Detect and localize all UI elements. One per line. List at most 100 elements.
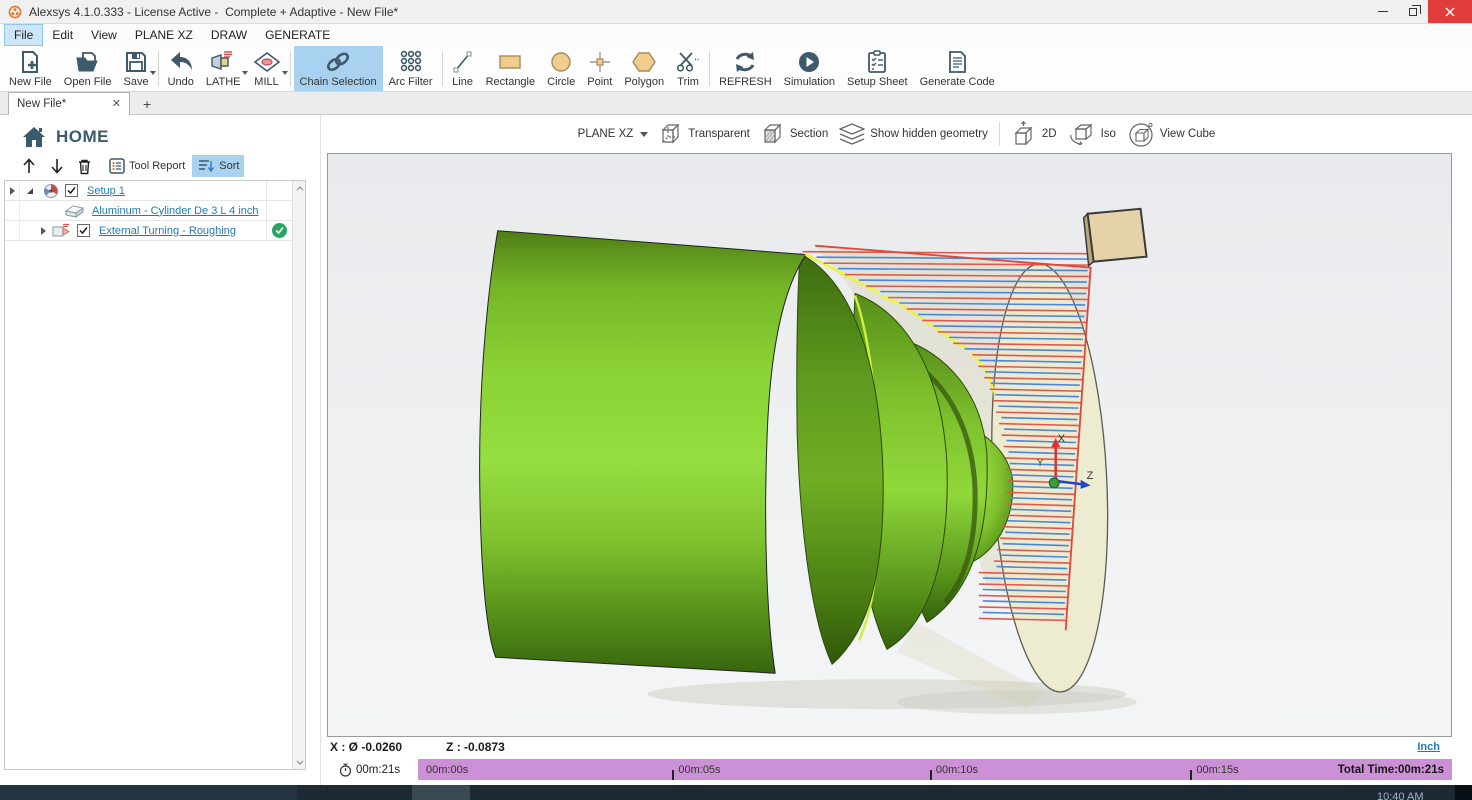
trim-icon — [676, 49, 700, 75]
collapse-icon — [27, 188, 33, 194]
sort-button[interactable]: Sort — [192, 155, 244, 177]
check-icon — [275, 226, 284, 235]
elapsed-time: 00m:21s — [327, 763, 418, 777]
polygon-button[interactable]: Polygon — [618, 46, 670, 91]
status-column — [266, 181, 292, 200]
coordinate-readout: X : Ø -0.0260 Z : -0.0873 — [330, 737, 505, 757]
row-expander[interactable] — [5, 181, 20, 200]
sort-label: Sort — [219, 160, 239, 172]
restore-icon — [1409, 8, 1417, 16]
os-taskbar[interactable]: 10:40 AM — [0, 785, 1472, 800]
project-sidebar: HOME Tool Report Sort Setup 1 — [0, 115, 321, 785]
setup-checkbox[interactable] — [65, 184, 78, 197]
row-gutter — [5, 221, 20, 240]
home-label: HOME — [56, 127, 109, 147]
transparent-label: Transparent — [688, 128, 750, 140]
view-cube-button[interactable]: View Cube — [1127, 120, 1215, 148]
timeline-total-label: Total Time:00m:21s — [1338, 764, 1444, 776]
timeline-bar[interactable]: 00m:00s 00m:05s 00m:10s 00m:15s Total Ti… — [418, 759, 1452, 780]
setup-sheet-button[interactable]: Setup Sheet — [841, 46, 914, 91]
new-file-button[interactable]: New File — [3, 46, 58, 91]
2d-view-icon — [1011, 121, 1037, 147]
open-file-button[interactable]: Open File — [58, 46, 118, 91]
restore-button[interactable] — [1398, 0, 1428, 23]
home-icon — [22, 126, 46, 148]
scroll-up-button[interactable] — [293, 181, 306, 195]
view-cube-icon — [1127, 120, 1155, 148]
plane-label: PLANE XZ — [578, 128, 634, 140]
line-button[interactable]: Line — [446, 46, 480, 91]
generate-code-button[interactable]: Generate Code — [914, 46, 1001, 91]
minimize-button[interactable] — [1368, 0, 1398, 23]
timeline-start-label: 00m:00s — [426, 764, 468, 776]
mill-button[interactable]: MILL — [247, 46, 287, 91]
menu-view[interactable]: View — [82, 24, 126, 46]
lathe-button[interactable]: LATHE — [200, 46, 247, 91]
simulation-button[interactable]: Simulation — [778, 46, 841, 91]
transparent-toggle[interactable]: Transparent — [659, 122, 750, 146]
row-expander[interactable] — [20, 221, 50, 240]
chain-selection-button[interactable]: Chain Selection — [294, 46, 383, 91]
scroll-down-button[interactable] — [293, 755, 306, 769]
timeline-tick: 00m:05s — [672, 768, 720, 780]
menu-file[interactable]: File — [4, 24, 43, 46]
trim-button[interactable]: Trim — [670, 46, 706, 91]
move-up-button[interactable] — [16, 154, 42, 178]
clock-icon — [339, 763, 352, 777]
scene-canvas: X Y Z — [328, 154, 1451, 736]
view-2d-button[interactable]: 2D — [1011, 121, 1057, 147]
tree-row-stock[interactable]: Aluminum - Cylinder De 3 L 4 inch — [5, 201, 292, 221]
save-dropdown-caret[interactable] — [150, 71, 156, 75]
tab-new-file[interactable]: New File* ✕ — [8, 92, 130, 115]
menu-generate[interactable]: GENERATE — [256, 24, 339, 46]
title-bar: Alexsys 4.1.0.333 - License Active - Com… — [0, 0, 1472, 24]
tool-report-button[interactable]: Tool Report — [104, 155, 190, 177]
menu-edit[interactable]: Edit — [43, 24, 82, 46]
stock-icon — [62, 201, 86, 220]
new-file-icon — [18, 49, 42, 75]
axis-x-label: X — [1058, 433, 1066, 445]
tool-report-label: Tool Report — [129, 160, 185, 172]
delete-button[interactable] — [72, 155, 97, 178]
undo-button[interactable]: Undo — [162, 46, 200, 91]
elapsed-label: 00m:21s — [356, 764, 400, 776]
row-gutter — [5, 201, 20, 220]
setup-link[interactable]: Setup 1 — [87, 185, 125, 197]
unit-link[interactable]: Inch — [1417, 741, 1440, 753]
rectangle-icon — [497, 49, 523, 75]
viewport-3d[interactable]: X Y Z — [327, 153, 1452, 737]
plane-dropdown[interactable]: PLANE XZ — [578, 128, 649, 140]
mill-dropdown-caret[interactable] — [282, 71, 288, 75]
rectangle-button[interactable]: Rectangle — [480, 46, 542, 91]
chevron-up-icon — [296, 186, 304, 191]
move-down-button[interactable] — [44, 154, 70, 178]
operation-checkbox[interactable] — [77, 224, 90, 237]
menu-plane-xz[interactable]: PLANE XZ — [126, 24, 202, 46]
menu-draw[interactable]: DRAW — [202, 24, 256, 46]
document-tab-bar: New File* ✕ + — [0, 92, 1472, 115]
operation-icon — [50, 221, 74, 240]
close-button[interactable] — [1428, 0, 1472, 23]
refresh-button[interactable]: REFRESH — [713, 46, 778, 91]
viewbar-separator — [999, 122, 1000, 146]
show-hidden-label: Show hidden geometry — [870, 128, 988, 140]
tree-scrollbar[interactable] — [292, 181, 305, 769]
stock-link[interactable]: Aluminum - Cylinder De 3 L 4 inch — [92, 205, 259, 217]
main-toolbar: New File Open File Save Undo LATHE MILL … — [0, 46, 1472, 92]
operation-link[interactable]: External Turning - Roughing — [99, 225, 236, 237]
point-button[interactable]: Point — [581, 46, 618, 91]
section-toggle[interactable]: Section — [761, 122, 828, 146]
show-hidden-toggle[interactable]: Show hidden geometry — [839, 122, 988, 146]
save-button[interactable]: Save — [118, 46, 155, 91]
tree-row-operation[interactable]: External Turning - Roughing — [5, 221, 292, 241]
collapse-toggle[interactable] — [20, 181, 40, 200]
view-2d-label: 2D — [1042, 128, 1057, 140]
circle-button[interactable]: Circle — [541, 46, 581, 91]
tab-close-icon[interactable]: ✕ — [112, 99, 121, 109]
undo-icon — [168, 49, 194, 75]
add-tab-button[interactable]: + — [143, 97, 151, 111]
arc-filter-button[interactable]: Arc Filter — [383, 46, 439, 91]
tree-row-setup[interactable]: Setup 1 — [5, 181, 292, 201]
lathe-icon — [210, 49, 236, 75]
view-iso-button[interactable]: Iso — [1068, 121, 1116, 147]
